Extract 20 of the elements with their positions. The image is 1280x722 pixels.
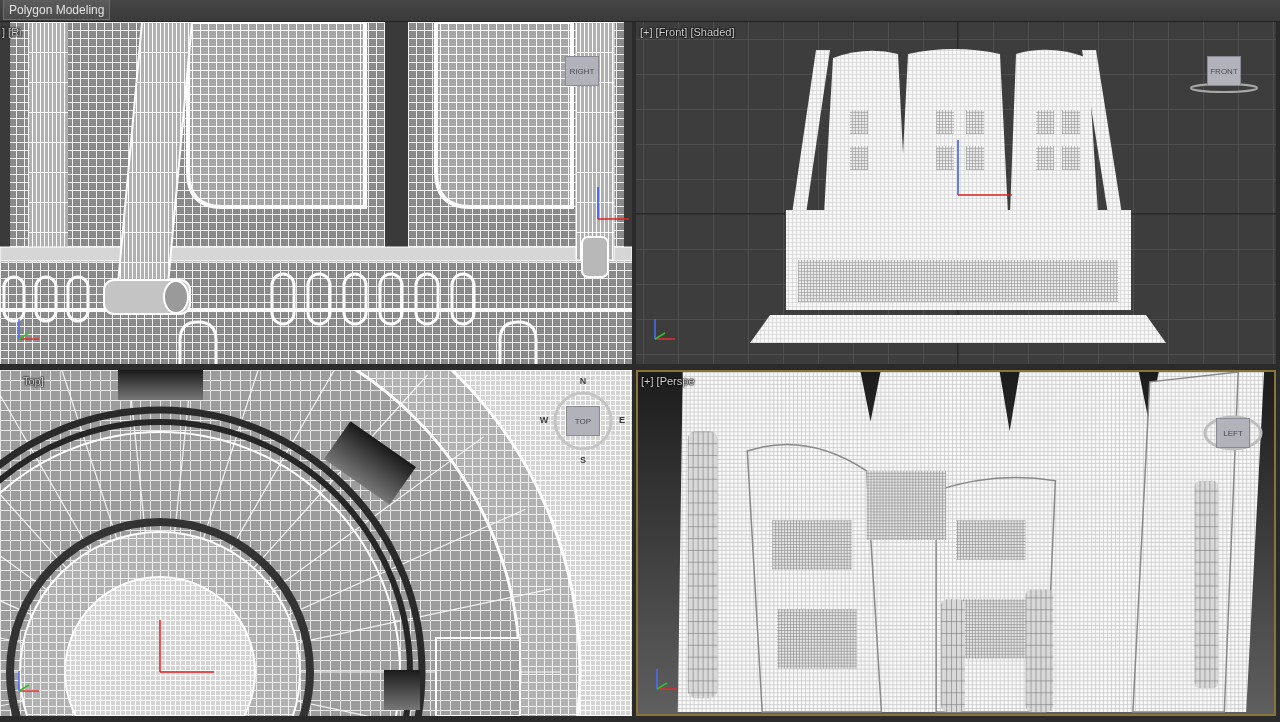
viewport[interactable]: [+] [Front] [Shaded] FRONT: [636, 22, 1276, 364]
ribbon-tab[interactable]: Polygon Modeling: [3, 0, 111, 20]
view-cube[interactable]: RIGHT: [565, 56, 599, 86]
axis-tripod-icon: [652, 318, 676, 342]
view-cube[interactable]: TOP: [566, 406, 600, 436]
axis-tripod-icon: [654, 668, 678, 692]
transform-gizmo-icon: [957, 139, 1013, 196]
compass-letter: W: [539, 415, 549, 426]
viewport-label[interactable]: [+] [Front] [Shaded]: [640, 26, 735, 38]
axis-tripod-icon: [16, 318, 40, 342]
compass-ring-icon: [1203, 415, 1263, 451]
compass-letter: E: [618, 415, 626, 426]
compass-letter: N: [578, 376, 588, 387]
axis-tripod-icon: [16, 670, 40, 694]
view-cube[interactable]: FRONT: [1207, 56, 1241, 86]
transform-gizmo-icon: [159, 619, 215, 673]
view-cube[interactable]: LEFT: [1216, 418, 1250, 448]
transform-gizmo-icon: [597, 186, 630, 220]
compass-letter: S: [579, 455, 587, 466]
compass-ring-icon: [553, 391, 613, 451]
